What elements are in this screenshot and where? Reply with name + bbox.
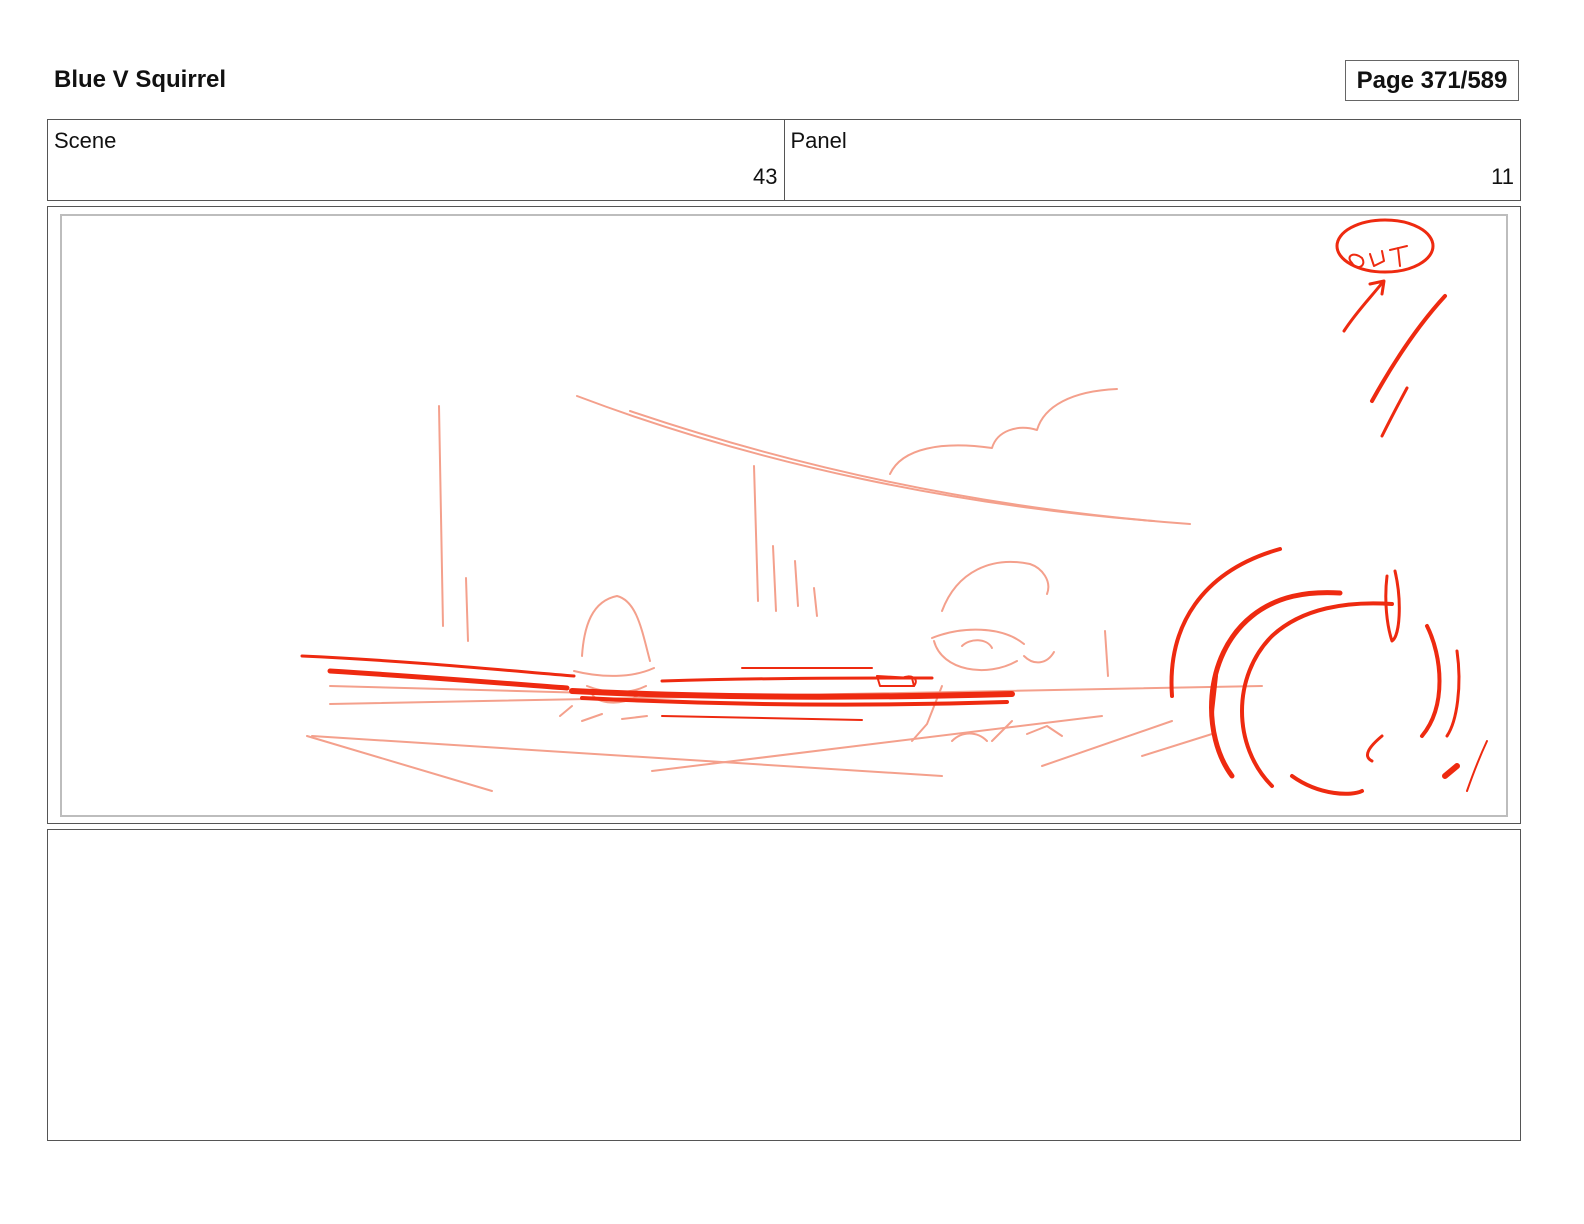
notes-box[interactable] bbox=[47, 829, 1521, 1141]
scene-cell: Scene 43 bbox=[48, 120, 784, 200]
panel-label: Panel bbox=[790, 128, 847, 153]
scene-number: 43 bbox=[753, 164, 778, 189]
storyboard-title: Blue V Squirrel bbox=[54, 66, 227, 93]
scene-panel-info: Scene 43 Panel 11 bbox=[47, 119, 1521, 201]
panel-cell: Panel 11 bbox=[783, 120, 1521, 200]
background-sketch bbox=[306, 388, 1263, 792]
panel-number: 11 bbox=[1491, 164, 1514, 189]
scene-label: Scene bbox=[54, 128, 117, 153]
sketch-drawing bbox=[300, 218, 1488, 796]
page-indicator: Page 371/589 bbox=[1345, 60, 1519, 101]
storyboard-frame bbox=[47, 206, 1521, 824]
foreground-sketch bbox=[300, 218, 1488, 796]
panel-image bbox=[60, 214, 1508, 817]
